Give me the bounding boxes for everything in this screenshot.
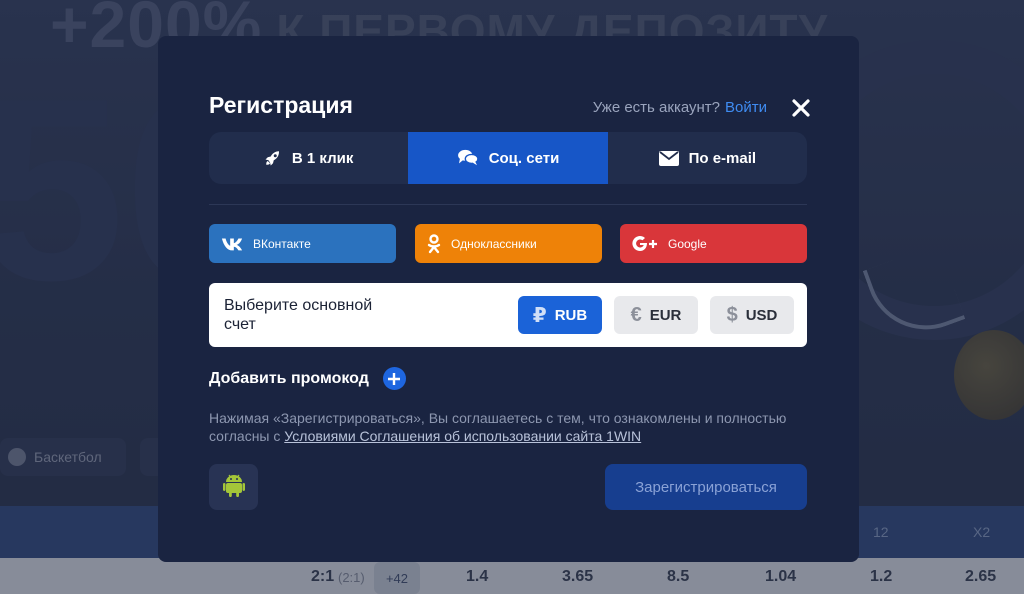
currency-code: EUR <box>649 306 682 324</box>
currency-code: USD <box>745 306 778 324</box>
divider <box>209 204 807 205</box>
plus-icon <box>382 367 406 390</box>
odnoklassniki-icon <box>427 233 441 254</box>
tab-label: В 1 клик <box>291 149 354 167</box>
tab-label: По e-mail <box>688 149 757 167</box>
terms-link[interactable]: Условиями Соглашения об использовании са… <box>284 428 641 444</box>
add-promocode-label: Добавить промокод <box>209 369 369 387</box>
odnoklassniki-login-label: Одноклассники <box>451 236 537 251</box>
login-prompt: Уже есть аккаунт? Войти <box>593 99 767 116</box>
vk-icon <box>221 237 243 251</box>
odnoklassniki-login-button[interactable]: Одноклассники <box>415 224 602 263</box>
close-icon[interactable] <box>791 98 811 118</box>
registration-modal: Регистрация Уже есть аккаунт? Войти В 1 … <box>158 36 859 562</box>
envelope-icon <box>658 150 679 166</box>
modal-title: Регистрация <box>209 92 353 118</box>
tab-social[interactable]: Соц. сети <box>408 132 608 184</box>
register-button[interactable]: Зарегистрироваться <box>605 464 807 510</box>
vk-login-button[interactable]: ВКонтакте <box>209 224 396 263</box>
google-login-label: Google <box>668 236 707 251</box>
android-icon <box>222 473 245 502</box>
currency-usd-button[interactable]: $ USD <box>710 296 794 334</box>
euro-icon: € <box>630 303 642 326</box>
account-label: Выберите основной счет <box>224 297 373 333</box>
currency-eur-button[interactable]: € EUR <box>614 296 698 334</box>
account-currency-selector: Выберите основной счет ₽ RUB € EUR $ USD <box>209 283 807 347</box>
chat-bubbles-icon <box>457 149 479 167</box>
login-link[interactable]: Войти <box>725 99 767 116</box>
tab-one-click[interactable]: В 1 клик <box>209 132 408 184</box>
google-plus-icon <box>632 235 658 252</box>
ruble-icon: ₽ <box>532 304 547 327</box>
tab-label: Соц. сети <box>488 149 560 167</box>
tab-email[interactable]: По e-mail <box>608 132 807 184</box>
android-app-button[interactable] <box>209 464 258 510</box>
currency-code: RUB <box>554 306 588 324</box>
dollar-icon: $ <box>726 303 738 326</box>
terms-notice: Нажимая «Зарегистрироваться», Вы соглаша… <box>209 409 807 445</box>
login-prompt-text: Уже есть аккаунт? <box>592 99 721 116</box>
vk-login-label: ВКонтакте <box>253 236 311 251</box>
currency-rub-button[interactable]: ₽ RUB <box>518 296 602 334</box>
add-promocode-button[interactable]: Добавить промокод <box>209 367 406 390</box>
google-login-button[interactable]: Google <box>620 224 807 263</box>
rocket-icon <box>264 149 282 167</box>
registration-method-tabs: В 1 клик Соц. сети По e-mail <box>209 132 807 184</box>
